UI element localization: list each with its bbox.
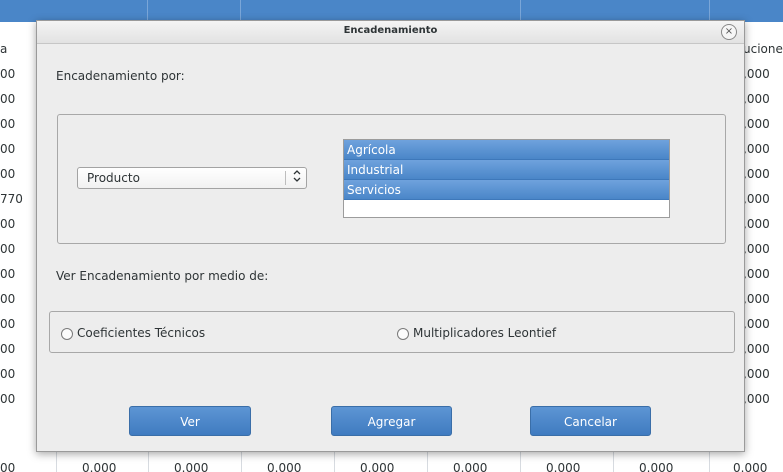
table-cell: ,000: [743, 142, 770, 156]
table-cell: ,000: [743, 317, 770, 331]
table-cell: ,000: [743, 392, 770, 406]
table-cell: a: [0, 42, 8, 56]
header-cell: [241, 0, 521, 22]
table-cell: 0.000: [82, 461, 117, 472]
list-item[interactable]: Servicios: [344, 180, 669, 200]
table-cell: 0.000: [174, 461, 209, 472]
header-cell: [0, 0, 148, 22]
agregar-button[interactable]: Agregar: [331, 406, 452, 436]
table-cell: 00: [0, 461, 16, 472]
selection-frame: Producto Agrícola Industrial Servicios: [57, 114, 726, 244]
table-cell: 0.000: [639, 461, 674, 472]
table-cell: 00: [0, 342, 16, 356]
table-cell: ,000: [743, 117, 770, 131]
divider: [709, 452, 710, 472]
header-cell: [710, 0, 783, 22]
encadenamiento-dialog: Encadenamiento × Encadenamiento por: Pro…: [36, 20, 745, 452]
table-cell: 00: [0, 317, 16, 331]
table-column-left: a 00 00 00 00 00 770 00 00 00 00 00 00 0…: [0, 22, 36, 472]
table-cell: 00: [0, 392, 16, 406]
table-cell: ,000: [743, 367, 770, 381]
table-cell: ,000: [743, 92, 770, 106]
table-cell: 0.000: [546, 461, 581, 472]
ver-button[interactable]: Ver: [129, 406, 251, 436]
table-cell: 00: [0, 67, 16, 81]
view-by-label: Ver Encadenamiento por medio de:: [56, 269, 269, 283]
divider: [520, 452, 521, 472]
table-cell: 770: [0, 192, 23, 206]
table-column-right: ucione ,000 ,000 ,000 ,000 ,000 ,000 ,00…: [740, 22, 783, 472]
table-cell: ,000: [743, 342, 770, 356]
updown-arrows-icon: [293, 170, 301, 188]
cancelar-button[interactable]: Cancelar: [530, 406, 651, 436]
radio-circle[interactable]: [397, 328, 409, 340]
table-cell: ,000: [743, 192, 770, 206]
table-cell: 00: [0, 92, 16, 106]
table-row-bottom: 00 0.000 0.000 0.000 0.000 0.000 0.000 0…: [0, 458, 783, 472]
radio-circle[interactable]: [61, 328, 73, 340]
divider: [56, 452, 57, 472]
list-item[interactable]: Agrícola: [344, 140, 669, 160]
table-cell: ,000: [743, 67, 770, 81]
table-cell: 00: [0, 217, 16, 231]
sector-listbox[interactable]: Agrícola Industrial Servicios: [343, 139, 670, 218]
table-cell: ,000: [743, 242, 770, 256]
table-header: [0, 0, 783, 22]
divider: [241, 452, 242, 472]
header-cell: [148, 0, 241, 22]
table-cell: 00: [0, 242, 16, 256]
radio-label: Multiplicadores Leontief: [413, 326, 557, 340]
table-cell: 00: [0, 167, 16, 181]
combobox-value: Producto: [87, 171, 140, 185]
table-cell: 00: [0, 117, 16, 131]
divider: [613, 452, 614, 472]
table-cell: ,000: [743, 267, 770, 281]
header-cell: [521, 0, 710, 22]
table-cell: 0.000: [733, 461, 768, 472]
dialog-title: Encadenamiento: [343, 25, 438, 36]
divider: [148, 452, 149, 472]
table-cell: 0.000: [360, 461, 395, 472]
list-item[interactable]: Industrial: [344, 160, 669, 180]
table-cell: 00: [0, 142, 16, 156]
table-cell: ,000: [743, 167, 770, 181]
table-cell: 0.000: [453, 461, 488, 472]
table-cell: 00: [0, 367, 16, 381]
chain-by-combobox[interactable]: Producto: [77, 167, 307, 189]
chain-by-label: Encadenamiento por:: [56, 69, 185, 83]
dialog-titlebar[interactable]: Encadenamiento ×: [37, 21, 744, 44]
divider: [334, 452, 335, 472]
combobox-separator: [285, 171, 286, 185]
table-cell: ucione: [743, 42, 783, 56]
table-cell: ,000: [743, 292, 770, 306]
divider: [427, 452, 428, 472]
table-cell: 00: [0, 292, 16, 306]
table-cell: 0.000: [267, 461, 302, 472]
table-cell: ,000: [743, 217, 770, 231]
radio-label: Coeficientes Técnicos: [77, 326, 206, 340]
close-icon[interactable]: ×: [721, 24, 737, 40]
table-cell: 00: [0, 267, 16, 281]
